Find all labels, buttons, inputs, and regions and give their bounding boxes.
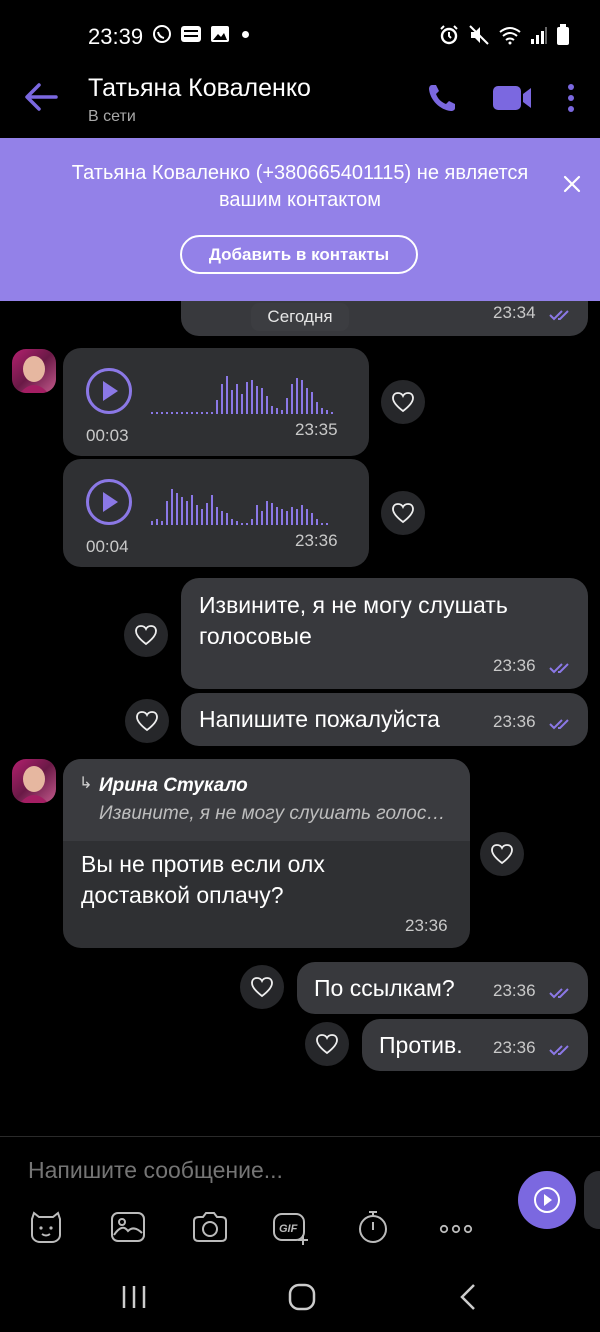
home-icon[interactable] xyxy=(284,1282,320,1312)
like-button[interactable] xyxy=(124,613,168,657)
heart-icon xyxy=(136,711,158,732)
sender-avatar[interactable] xyxy=(12,349,56,393)
play-icon[interactable] xyxy=(86,479,132,525)
avatar-face-icon xyxy=(20,766,48,803)
gif-icon[interactable]: GIF xyxy=(271,1209,311,1245)
message-bubble-partial[interactable]: 23:34 xyxy=(181,301,588,336)
camera-icon[interactable] xyxy=(190,1209,230,1245)
message-time: 23:34 xyxy=(493,303,536,322)
chat-header: Татьяна Коваленко В сети xyxy=(0,70,600,136)
phone-call-icon[interactable] xyxy=(426,82,458,114)
message-input[interactable] xyxy=(28,1157,498,1184)
video-call-icon[interactable] xyxy=(492,84,532,112)
like-button[interactable] xyxy=(381,491,425,535)
status-bar: 23:39 xyxy=(0,0,600,70)
play-send-icon xyxy=(534,1187,560,1213)
message-composer: GIF xyxy=(0,1136,600,1262)
voice-waveform[interactable] xyxy=(151,374,333,414)
heart-icon xyxy=(392,503,414,524)
heart-icon xyxy=(392,392,414,413)
voice-send-button[interactable] xyxy=(518,1171,576,1229)
like-button[interactable] xyxy=(480,832,524,876)
alarm-icon xyxy=(440,25,458,45)
message-time: 23:36 xyxy=(493,712,536,731)
svg-text:GIF: GIF xyxy=(279,1223,298,1235)
message-text: голосовые xyxy=(199,623,312,649)
signal-icon xyxy=(531,27,547,44)
like-button[interactable] xyxy=(381,380,425,424)
back-arrow-icon[interactable] xyxy=(24,82,58,112)
avatar-face-icon xyxy=(20,356,48,393)
recent-apps-icon[interactable] xyxy=(116,1282,152,1312)
message-bubble[interactable]: Против. 23:36 xyxy=(362,1019,588,1071)
heart-icon xyxy=(491,844,513,865)
reply-author: Ирина Стукало xyxy=(99,775,248,796)
like-button[interactable] xyxy=(125,699,169,743)
voice-duration: 00:04 xyxy=(86,537,129,556)
voice-message[interactable]: 00:04 23:36 xyxy=(63,459,369,567)
read-ticks-icon xyxy=(549,719,569,730)
voice-duration: 00:03 xyxy=(86,426,129,445)
banner-text: Татьяна Коваленко (+380665401115) не явл… xyxy=(71,162,529,211)
sticker-icon[interactable] xyxy=(26,1209,66,1245)
app-notification-icon xyxy=(181,26,201,42)
message-text: По ссылкам? xyxy=(314,975,455,1001)
back-icon[interactable] xyxy=(452,1282,488,1312)
unknown-contact-banner: Татьяна Коваленко (+380665401115) не явл… xyxy=(0,138,600,301)
image-notification-icon xyxy=(211,26,229,42)
more-options-icon[interactable] xyxy=(562,82,580,114)
read-ticks-icon xyxy=(549,663,569,674)
message-text: Извините, я не могу слушать xyxy=(199,592,508,618)
reply-preview: Извините, я не могу слушать голосовые xyxy=(99,803,449,824)
read-ticks-icon xyxy=(549,988,569,999)
wifi-icon xyxy=(499,27,521,45)
contact-status: В сети xyxy=(88,108,136,125)
message-text: Вы не против если олх xyxy=(81,851,325,877)
message-time: 23:36 xyxy=(493,981,536,1000)
message-text: Против. xyxy=(379,1032,463,1058)
message-bubble[interactable]: По ссылкам? 23:36 xyxy=(297,962,588,1014)
message-text: доставкой оплачу? xyxy=(81,882,284,908)
read-ticks-icon xyxy=(549,310,569,321)
reply-arrow-icon: ↳ xyxy=(79,775,93,792)
system-icons xyxy=(438,24,570,46)
close-icon[interactable] xyxy=(562,174,582,194)
status-time: 23:39 xyxy=(88,24,144,49)
message-list[interactable]: 23:34 Сегодня 00:03 23:35 00:04 23:36 Из… xyxy=(0,301,600,1136)
system-nav-bar xyxy=(0,1262,600,1332)
message-time: 23:36 xyxy=(493,1038,536,1057)
like-button[interactable] xyxy=(305,1022,349,1066)
heart-icon xyxy=(135,625,157,646)
message-text: Напишите пожалуйста xyxy=(199,706,440,732)
heart-icon xyxy=(316,1034,338,1055)
battery-icon xyxy=(557,24,569,45)
like-button[interactable] xyxy=(240,965,284,1009)
message-time: 23:35 xyxy=(295,420,338,439)
quoted-message[interactable]: ↳ Ирина Стукало Извините, я не могу слуш… xyxy=(63,759,470,841)
voice-waveform[interactable] xyxy=(151,485,328,525)
sender-avatar[interactable] xyxy=(12,759,56,803)
play-icon[interactable] xyxy=(86,368,132,414)
reply-message[interactable]: ↳ Ирина Стукало Извините, я не могу слуш… xyxy=(63,759,470,948)
more-icon[interactable] xyxy=(436,1209,476,1245)
date-separator: Сегодня xyxy=(251,303,349,331)
message-time: 23:36 xyxy=(493,656,536,675)
voice-message[interactable]: 00:03 23:35 xyxy=(63,348,369,456)
viber-notification-icon xyxy=(153,25,171,43)
mute-icon xyxy=(469,25,489,45)
message-time: 23:36 xyxy=(295,531,338,550)
add-to-contacts-button[interactable]: Добавить в контакты xyxy=(180,235,418,274)
gallery-icon[interactable] xyxy=(108,1209,148,1245)
read-ticks-icon xyxy=(549,1045,569,1056)
message-bubble[interactable]: Извините, я не могу слушать голосовые 23… xyxy=(181,578,588,689)
heart-icon xyxy=(251,977,273,998)
timer-icon[interactable] xyxy=(353,1209,393,1245)
secondary-action-button[interactable] xyxy=(584,1171,600,1229)
message-bubble[interactable]: Напишите пожалуйста 23:36 xyxy=(181,693,588,746)
more-notifications-dot xyxy=(242,30,249,38)
message-time: 23:36 xyxy=(405,916,448,935)
notification-icons xyxy=(152,24,249,44)
contact-name[interactable]: Татьяна Коваленко xyxy=(88,74,311,103)
